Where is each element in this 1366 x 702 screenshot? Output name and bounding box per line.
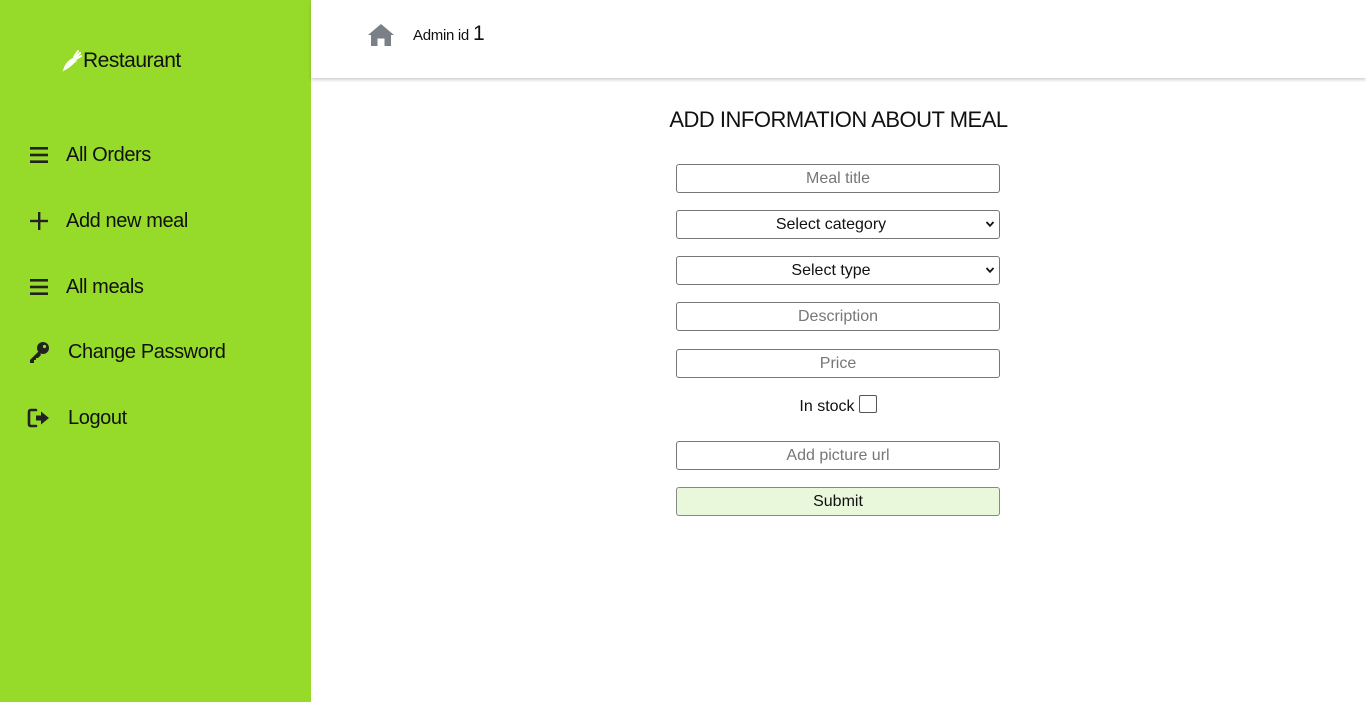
type-select[interactable]: Select type bbox=[676, 256, 1000, 285]
home-icon[interactable] bbox=[367, 22, 395, 48]
bars-icon bbox=[26, 274, 52, 300]
carrot-icon bbox=[62, 50, 82, 72]
key-icon bbox=[26, 339, 52, 365]
sidebar: Restaurant All Orders Add new meal All m… bbox=[0, 0, 311, 702]
sidebar-item-label: All Orders bbox=[66, 143, 151, 166]
sidebar-item-change-password[interactable]: Change Password bbox=[26, 337, 226, 367]
admin-label: Admin id 1 bbox=[413, 22, 485, 46]
chevron-down-icon bbox=[985, 221, 995, 228]
page-title: ADD INFORMATION ABOUT MEAL bbox=[669, 107, 1008, 132]
in-stock-label: In stock bbox=[799, 398, 855, 415]
admin-label-text: Admin id bbox=[413, 27, 469, 44]
in-stock-row: In stock bbox=[676, 395, 1000, 419]
sidebar-item-label: All meals bbox=[66, 275, 144, 298]
logout-icon bbox=[26, 405, 52, 431]
submit-button[interactable]: Submit bbox=[676, 487, 1000, 516]
sidebar-item-label: Change Password bbox=[68, 340, 226, 363]
sidebar-item-all-meals[interactable]: All meals bbox=[26, 272, 144, 302]
top-bar: Admin id 1 bbox=[311, 0, 1366, 78]
sidebar-item-label: Logout bbox=[68, 406, 127, 429]
category-select[interactable]: Select category bbox=[676, 210, 1000, 239]
price-input[interactable] bbox=[676, 349, 1000, 378]
type-select-value: Select type bbox=[791, 261, 871, 279]
in-stock-checkbox[interactable] bbox=[858, 395, 877, 413]
meal-title-input[interactable] bbox=[676, 164, 1000, 193]
category-select-value: Select category bbox=[775, 215, 887, 233]
description-input[interactable] bbox=[676, 302, 1000, 331]
chevron-down-icon bbox=[985, 267, 995, 274]
brand[interactable]: Restaurant bbox=[60, 46, 181, 76]
brand-label: Restaurant bbox=[83, 49, 181, 72]
bars-icon bbox=[26, 142, 52, 168]
plus-icon bbox=[26, 208, 52, 234]
sidebar-item-all-orders[interactable]: All Orders bbox=[26, 140, 151, 170]
sidebar-item-label: Add new meal bbox=[66, 209, 188, 232]
picture-url-input[interactable] bbox=[676, 441, 1000, 470]
sidebar-item-add-new-meal[interactable]: Add new meal bbox=[26, 206, 188, 236]
admin-id: 1 bbox=[472, 22, 485, 45]
sidebar-item-logout[interactable]: Logout bbox=[26, 403, 127, 433]
